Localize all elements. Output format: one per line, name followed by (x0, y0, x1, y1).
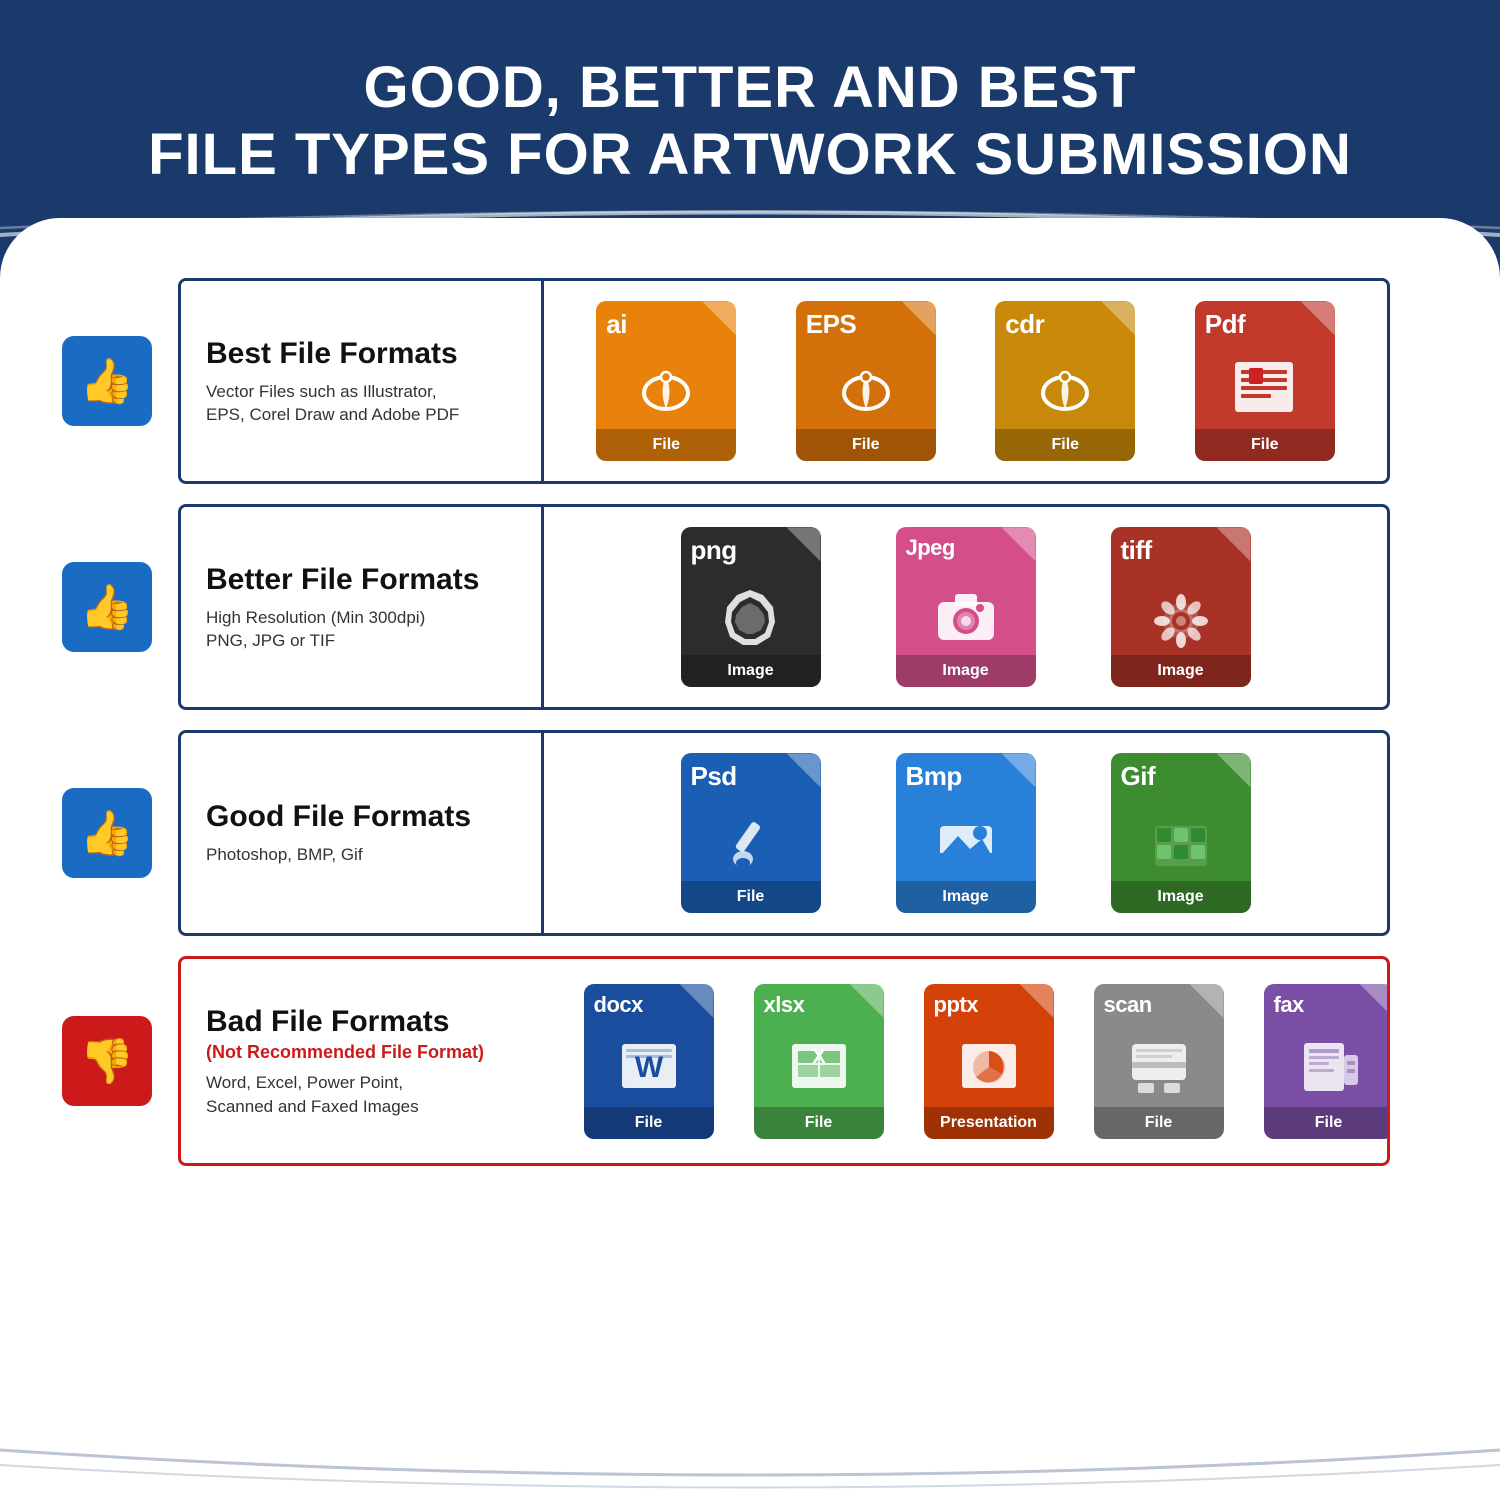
good-thumbs-icon: 👍 (62, 788, 152, 878)
better-row-wrapper: 👍 Better File Formats High Resolution (M… (110, 504, 1390, 710)
file-body-tiff: tiff (1111, 527, 1251, 687)
file-body-cdr: cdr File (995, 301, 1135, 461)
better-title: Better File Formats (206, 562, 516, 598)
file-body-scan: scan File (1094, 984, 1224, 1139)
bad-thumbs-icon: 👎 (62, 1016, 152, 1106)
file-body-gif: Gif Image (1111, 753, 1251, 913)
file-icon-ai: ai File (589, 301, 744, 461)
file-icon-jpeg: Jpeg Image (888, 527, 1043, 687)
best-row-wrapper: 👍 Best File Formats Vector Files such as… (110, 278, 1390, 484)
bad-label-area: Bad File Formats (Not Recommended File F… (181, 959, 541, 1163)
good-title: Good File Formats (206, 799, 516, 835)
file-icon-docx: docx W File (571, 984, 726, 1139)
content-area: 👍 Best File Formats Vector Files such as… (0, 218, 1500, 1500)
file-icon-gif: Gif Image (1103, 753, 1258, 913)
file-body-ai: ai File (596, 301, 736, 461)
good-row-wrapper: 👍 Good File Formats Photoshop, BMP, Gif … (110, 730, 1390, 936)
good-icons-area: Psd File Bmp (544, 733, 1387, 933)
good-format-row: Good File Formats Photoshop, BMP, Gif Ps… (178, 730, 1390, 936)
file-icon-tiff: tiff (1103, 527, 1258, 687)
file-icon-eps: EPS File (788, 301, 943, 461)
file-body-docx: docx W File (584, 984, 714, 1139)
file-body-png: png Image (681, 527, 821, 687)
bad-desc: Word, Excel, Power Point,Scanned and Fax… (206, 1071, 516, 1119)
file-body-xlsx: xlsx X File (754, 984, 884, 1139)
bad-icons-area: docx W File xlsx (541, 959, 1390, 1163)
better-thumbs-icon: 👍 (62, 562, 152, 652)
better-desc: High Resolution (Min 300dpi)PNG, JPG or … (206, 606, 516, 654)
svg-text:X: X (812, 1046, 826, 1068)
bad-row-wrapper: 👎 Bad File Formats (Not Recommended File… (110, 956, 1390, 1166)
better-format-row: Better File Formats High Resolution (Min… (178, 504, 1390, 710)
file-body-fax: fax (1264, 984, 1391, 1139)
file-icon-pptx: pptx Presentation (911, 984, 1066, 1139)
better-icons-area: png Image Jpeg (544, 507, 1387, 707)
file-icon-cdr: cdr File (988, 301, 1143, 461)
best-title: Best File Formats (206, 336, 516, 372)
header: GOOD, BETTER AND BEST FILE TYPES FOR ART… (0, 0, 1500, 218)
file-icon-scan: scan File (1081, 984, 1236, 1139)
file-icon-psd: Psd File (673, 753, 828, 913)
best-label-area: Best File Formats Vector Files such as I… (181, 281, 541, 481)
file-body-jpeg: Jpeg Image (896, 527, 1036, 687)
best-desc: Vector Files such as Illustrator,EPS, Co… (206, 380, 516, 428)
bad-format-row: Bad File Formats (Not Recommended File F… (178, 956, 1390, 1166)
best-format-row: Best File Formats Vector Files such as I… (178, 278, 1390, 484)
better-label-area: Better File Formats High Resolution (Min… (181, 507, 541, 707)
file-icon-fax: fax (1251, 984, 1390, 1139)
file-icon-pdf: Pdf File (1187, 301, 1342, 461)
good-label-area: Good File Formats Photoshop, BMP, Gif (181, 733, 541, 933)
file-icon-xlsx: xlsx X File (741, 984, 896, 1139)
file-body-bmp: Bmp Image (896, 753, 1036, 913)
file-body-psd: Psd File (681, 753, 821, 913)
file-body-pdf: Pdf File (1195, 301, 1335, 461)
file-icon-png: png Image (673, 527, 828, 687)
bad-subtitle: (Not Recommended File Format) (206, 1042, 516, 1063)
bad-title: Bad File Formats (206, 1004, 516, 1040)
best-thumbs-icon: 👍 (62, 336, 152, 426)
file-body-pptx: pptx Presentation (924, 984, 1054, 1139)
page-title: GOOD, BETTER AND BEST FILE TYPES FOR ART… (60, 55, 1440, 188)
main-container: GOOD, BETTER AND BEST FILE TYPES FOR ART… (0, 0, 1500, 1500)
best-icons-area: ai File EPS (544, 281, 1387, 481)
file-body-eps: EPS File (796, 301, 936, 461)
file-icon-bmp: Bmp Image (888, 753, 1043, 913)
good-desc: Photoshop, BMP, Gif (206, 843, 516, 867)
